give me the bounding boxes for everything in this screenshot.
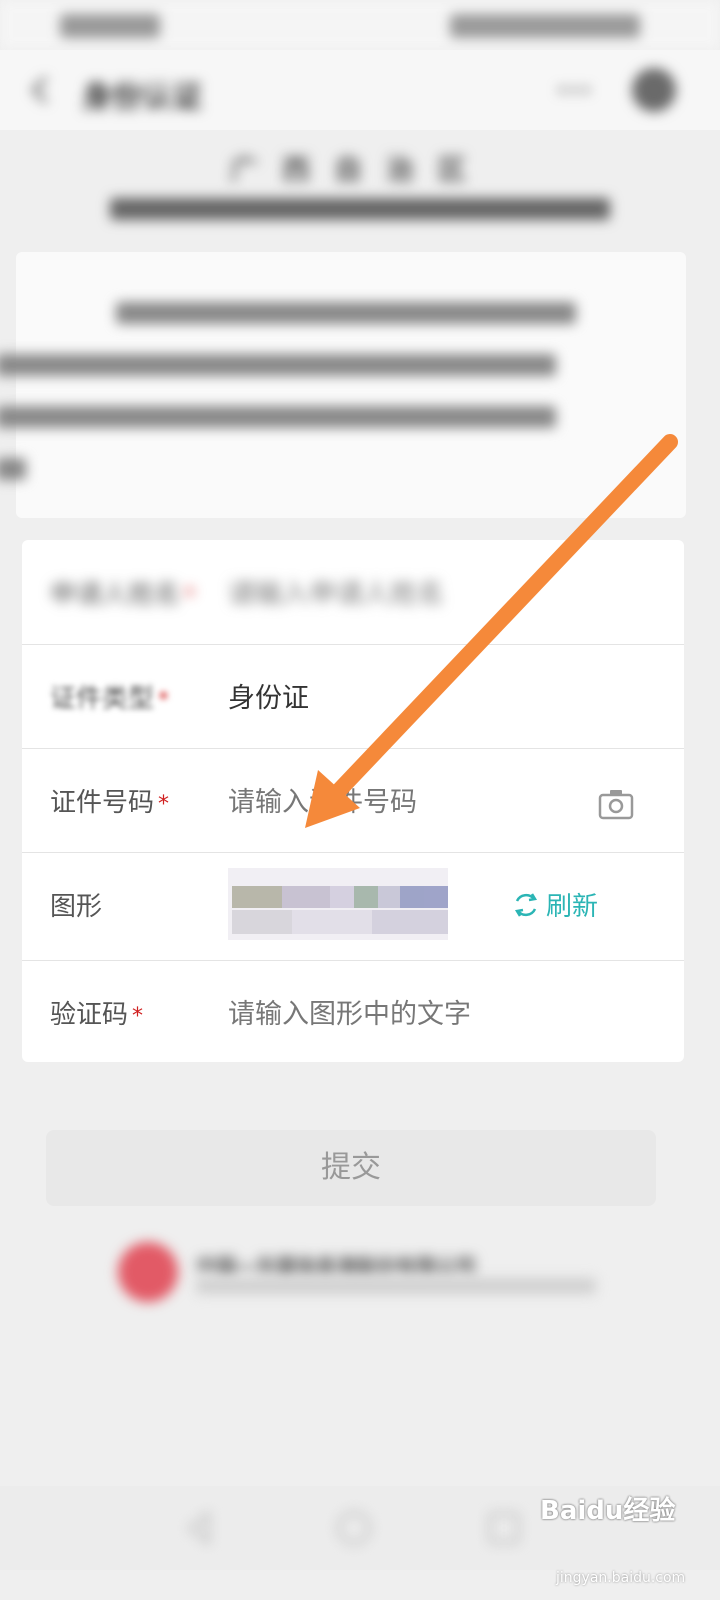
status-bar	[0, 0, 720, 50]
company-logo	[118, 1242, 178, 1302]
baidu-watermark-url: jingyan.baidu.com	[556, 1570, 686, 1586]
header-line2	[60, 198, 660, 226]
more-icon[interactable]	[554, 74, 594, 106]
row-cert-type[interactable]: 证件类型 * 身份证	[22, 644, 684, 749]
company-name: 中国—东盟信息港股份有限公司	[196, 1254, 476, 1278]
refresh-label: 刷新	[546, 892, 599, 922]
name-input[interactable]: 请输入申请人姓名	[228, 572, 444, 611]
nav-back-icon[interactable]	[180, 1508, 220, 1548]
header-line1: 广西自治区	[229, 153, 490, 186]
name-label: 申请人姓名 *	[50, 580, 196, 610]
intro-card	[0, 252, 686, 518]
captcha-label: 图形	[50, 892, 103, 922]
cert-number-label: 证件号码 *	[50, 788, 170, 818]
row-verify-code[interactable]: 验证码 * 请输入图形中的文字	[22, 960, 684, 1064]
intro-text	[0, 286, 656, 494]
app-bar: 身份认证	[0, 50, 720, 130]
back-arrow-icon[interactable]	[24, 72, 60, 108]
status-right	[450, 14, 640, 38]
nav-home-icon[interactable]	[334, 1508, 374, 1548]
cert-number-input[interactable]: 请输入证件号码	[228, 780, 417, 819]
status-left	[60, 14, 160, 38]
submit-button[interactable]: 提交	[46, 1130, 656, 1206]
page-title: 身份认证	[82, 80, 202, 115]
captcha-image[interactable]	[222, 868, 454, 940]
verify-code-label: 验证码 *	[50, 1000, 144, 1030]
row-cert-number[interactable]: 证件号码 * 请输入证件号码	[22, 748, 684, 853]
cert-type-select[interactable]: 身份证	[228, 676, 309, 715]
row-captcha: 图形 刷新	[22, 852, 684, 961]
close-icon[interactable]	[632, 68, 676, 112]
nav-recent-icon[interactable]	[484, 1508, 524, 1548]
refresh-button[interactable]: 刷新	[512, 886, 598, 923]
company-subtext	[196, 1278, 596, 1294]
camera-icon[interactable]	[598, 788, 634, 820]
form-card: 申请人姓名 * 请输入申请人姓名 证件类型 * 身份证 证件号码 * 请输入证件号码 …	[22, 540, 684, 1062]
refresh-icon	[514, 892, 538, 917]
cert-type-label: 证件类型 *	[50, 684, 170, 714]
verify-code-input[interactable]: 请输入图形中的文字	[228, 992, 471, 1031]
page-header: 广西自治区	[60, 148, 660, 226]
row-applicant-name[interactable]: 申请人姓名 * 请输入申请人姓名	[22, 540, 684, 645]
baidu-watermark: Baidu经验	[540, 1496, 676, 1526]
